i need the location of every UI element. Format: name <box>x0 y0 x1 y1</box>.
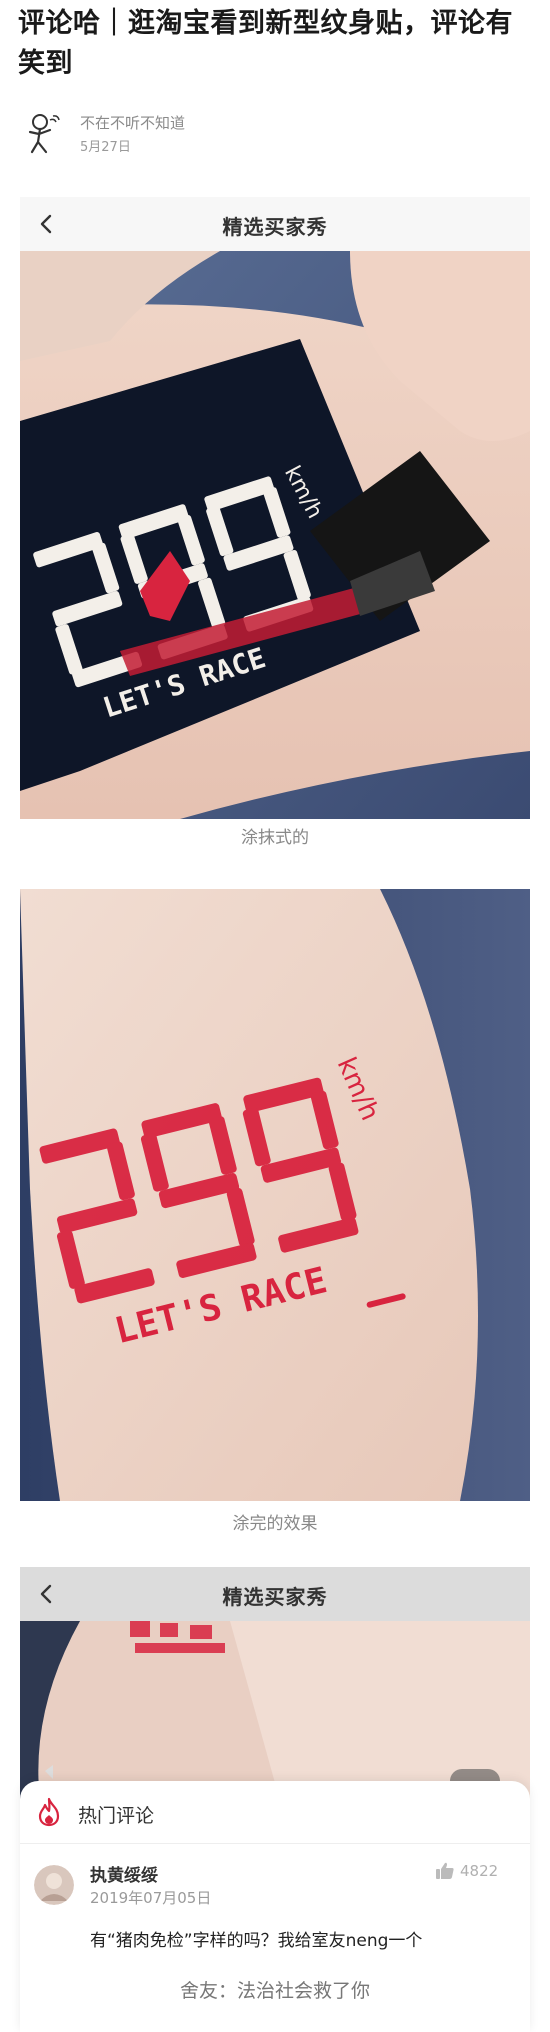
photo-caption: 涂抹式的 <box>241 828 309 848</box>
divider <box>20 1843 530 1844</box>
hot-comments-title: 热门评论 <box>78 1805 155 1827</box>
fire-icon <box>38 1797 60 1827</box>
publish-date: 5月27日 <box>80 140 131 155</box>
app-header-bar: 精选买家秀 <box>20 197 530 251</box>
tattoo-result-photo: LET'S RACE km/h <box>20 889 530 1501</box>
comment-date: 2019年07月05日 <box>90 1889 212 1907</box>
author-avatar-icon <box>28 114 60 154</box>
author-info[interactable]: 不在不听不知道 5月27日 <box>18 108 418 158</box>
reply-caption: 舍友：法治社会救了你 <box>179 1980 370 2002</box>
author-name[interactable]: 不在不听不知道 <box>80 112 185 133</box>
like-count: 4822 <box>460 1862 499 1880</box>
app-header-bar: 精选买家秀 <box>20 1567 530 1621</box>
commenter-name[interactable]: 执黄绥绥 <box>90 1861 158 1886</box>
comment-text: 有“猪肉免检”字样的吗？我给室友neng一个 <box>90 1931 423 1951</box>
article-title: 评论哈｜逛淘宝看到新型纹身贴，评论有笑到 <box>18 8 513 79</box>
tattoo-closeup-photo <box>20 1621 530 1801</box>
thumbs-up-icon[interactable] <box>435 1861 455 1881</box>
app-bar-title: 精选买家秀 <box>222 215 328 239</box>
photo-caption: 涂完的效果 <box>232 1514 318 1534</box>
app-bar-title: 精选买家秀 <box>222 1585 328 1609</box>
commenter-avatar[interactable] <box>34 1865 74 1905</box>
hot-comments-panel: 热门评论 执黄绥绥 2019年07月05日 4822 有“猪肉免检”字样的吗？我… <box>20 1781 530 2032</box>
tattoo-stencil-photo: LET'S RACE km/h <box>20 251 530 819</box>
